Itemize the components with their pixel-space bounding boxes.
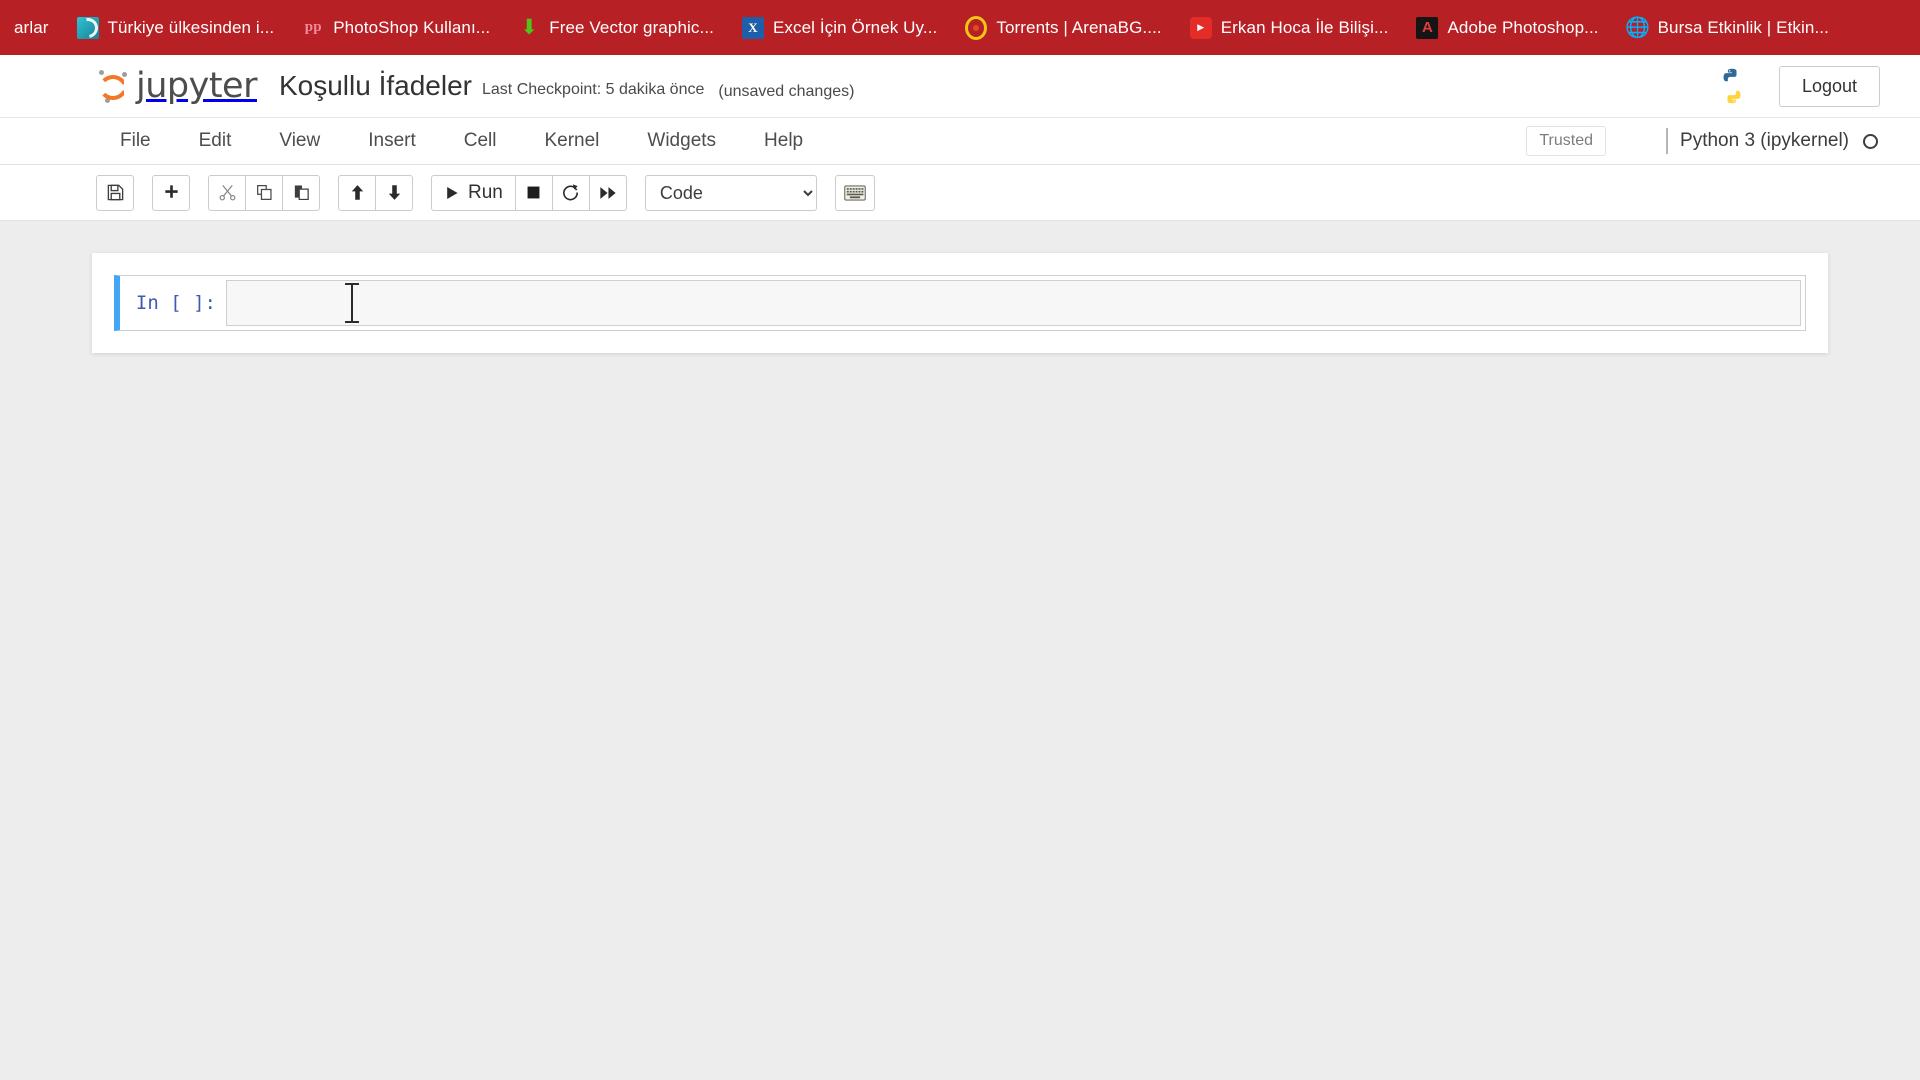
- menubar-right-group: Trusted Python 3 (ipykernel): [1526, 118, 1920, 164]
- cell-input-prompt: In [ ]:: [135, 292, 216, 314]
- interrupt-kernel-button[interactable]: [514, 174, 553, 211]
- copy-button[interactable]: [245, 174, 283, 211]
- bookmark-label: PhotoShop Kullanı...: [333, 17, 491, 37]
- adobe-app-icon: A: [1416, 16, 1439, 39]
- menu-help[interactable]: Help: [740, 118, 827, 164]
- cell-code-input[interactable]: [226, 280, 1801, 326]
- menu-kernel[interactable]: Kernel: [520, 118, 623, 164]
- trusted-badge[interactable]: Trusted: [1526, 126, 1607, 156]
- jupyter-menubar: File Edit View Insert Cell Kernel Widget…: [0, 118, 1920, 165]
- toolbar-group-palette: [834, 174, 875, 211]
- menu-view[interactable]: View: [255, 118, 344, 164]
- run-cell-button[interactable]: Run: [431, 174, 516, 211]
- bookmark-item[interactable]: 🌐 Bursa Etkinlik | Etkin...: [1613, 13, 1843, 43]
- python-logo-icon: [1713, 67, 1751, 105]
- green-download-arrow-icon: ⬇: [520, 16, 539, 39]
- wifi-signal-icon: [76, 16, 99, 39]
- last-checkpoint-label: Last Checkpoint: 5 dakika önce: [482, 81, 705, 98]
- bookmark-label: Türkiye ülkesinden i...: [107, 17, 275, 37]
- excel-document-icon: X: [741, 16, 764, 39]
- arrow-down-icon: [385, 183, 404, 202]
- bookmark-item[interactable]: Erkan Hoca İle Bilişi...: [1176, 13, 1403, 43]
- arrow-up-icon: [348, 183, 367, 202]
- bookmark-item[interactable]: X Excel İçin Örnek Uy...: [728, 13, 951, 43]
- kernel-idle-circle-icon: [1863, 133, 1878, 149]
- jupyter-logo-icon: [96, 68, 130, 104]
- run-button-label: Run: [468, 181, 503, 203]
- bookmark-item[interactable]: arlar: [0, 14, 63, 42]
- insert-cell-below-button[interactable]: [152, 174, 190, 211]
- toolbar-group-clipboard: [208, 174, 320, 211]
- floppy-disk-icon: [106, 183, 125, 202]
- command-palette-button[interactable]: [834, 174, 875, 211]
- bookmark-label: Excel İçin Örnek Uy...: [772, 17, 938, 37]
- menu-file[interactable]: File: [96, 118, 175, 164]
- menu-widgets[interactable]: Widgets: [623, 118, 740, 164]
- browser-bookmarks-bar: arlar Türkiye ülkesinden i... pp PhotoSh…: [0, 0, 1920, 55]
- copy-pages-icon: [255, 183, 274, 202]
- paste-button[interactable]: [282, 174, 320, 211]
- restart-run-all-button[interactable]: [588, 174, 627, 211]
- logout-button[interactable]: Logout: [1778, 65, 1880, 107]
- photoshop-dots-icon: pp: [304, 19, 322, 35]
- plus-icon: [162, 183, 181, 202]
- kernel-name-label: Python 3 (ipykernel): [1680, 130, 1849, 151]
- bookmark-label: Adobe Photoshop...: [1447, 17, 1599, 37]
- notebook-container: In [ ]:: [92, 253, 1828, 353]
- menu-cell[interactable]: Cell: [440, 118, 521, 164]
- toolbar-group-insert: [152, 174, 190, 211]
- restart-circular-arrow-icon: [561, 183, 580, 202]
- toolbar-group-save: [96, 174, 134, 211]
- notebook-body: In [ ]:: [0, 221, 1920, 1077]
- notebook-title[interactable]: Koşullu İfadeler: [279, 70, 472, 102]
- keyboard-icon: [844, 184, 866, 201]
- bookmark-label: Free Vector graphic...: [549, 17, 714, 37]
- kernel-indicator[interactable]: Python 3 (ipykernel): [1666, 128, 1878, 154]
- modified-status-label: (unsaved changes): [718, 83, 855, 100]
- bookmark-item[interactable]: ⬇ Free Vector graphic...: [504, 13, 728, 43]
- globe-icon: 🌐: [1625, 16, 1651, 39]
- bookmark-item[interactable]: pp PhotoShop Kullanı...: [288, 13, 504, 43]
- menu-insert[interactable]: Insert: [344, 118, 440, 164]
- cell-type-select[interactable]: Code Markdown Raw NBConvert Heading: [644, 174, 817, 211]
- bookmark-item[interactable]: Torrents | ArenaBG....: [951, 13, 1175, 43]
- jupyter-logo-link[interactable]: jupyter: [96, 66, 257, 106]
- bookmark-label: Torrents | ArenaBG....: [996, 17, 1162, 37]
- menu-items-group: File Edit View Insert Cell Kernel Widget…: [96, 118, 827, 164]
- bookmark-item[interactable]: Türkiye ülkesinden i...: [63, 13, 289, 43]
- jupyter-toolbar: Run Code Markdown Raw NBConvert Heading: [0, 165, 1920, 221]
- cut-button[interactable]: [208, 174, 246, 211]
- move-cell-up-button[interactable]: [338, 174, 376, 211]
- jupyter-header: jupyter Koşullu İfadeler Last Checkpoint…: [0, 55, 1920, 118]
- play-triangle-icon: [444, 185, 460, 201]
- bookmark-item[interactable]: A Adobe Photoshop...: [1402, 13, 1612, 43]
- toolbar-group-move: [338, 174, 413, 211]
- bookmark-label: Erkan Hoca İle Bilişi...: [1220, 17, 1389, 37]
- bookmark-label: arlar: [14, 17, 49, 37]
- notebook-cell[interactable]: In [ ]:: [114, 275, 1806, 331]
- jupyter-wordmark: jupyter: [136, 66, 257, 106]
- text-cursor-icon: [345, 283, 359, 323]
- save-button[interactable]: [96, 174, 134, 211]
- youtube-play-icon: [1189, 16, 1212, 39]
- toolbar-group-run: Run: [431, 174, 627, 211]
- header-right-group: Logout: [1713, 65, 1880, 107]
- fast-forward-icon: [599, 184, 617, 202]
- move-cell-down-button[interactable]: [375, 174, 413, 211]
- scissors-icon: [218, 183, 237, 202]
- stop-square-icon: [525, 184, 542, 201]
- target-circle-icon: [965, 17, 987, 39]
- menu-edit[interactable]: Edit: [175, 118, 256, 164]
- bookmark-label: Bursa Etkinlik | Etkin...: [1657, 17, 1829, 37]
- restart-kernel-button[interactable]: [551, 174, 590, 211]
- paste-clipboard-icon: [292, 183, 311, 202]
